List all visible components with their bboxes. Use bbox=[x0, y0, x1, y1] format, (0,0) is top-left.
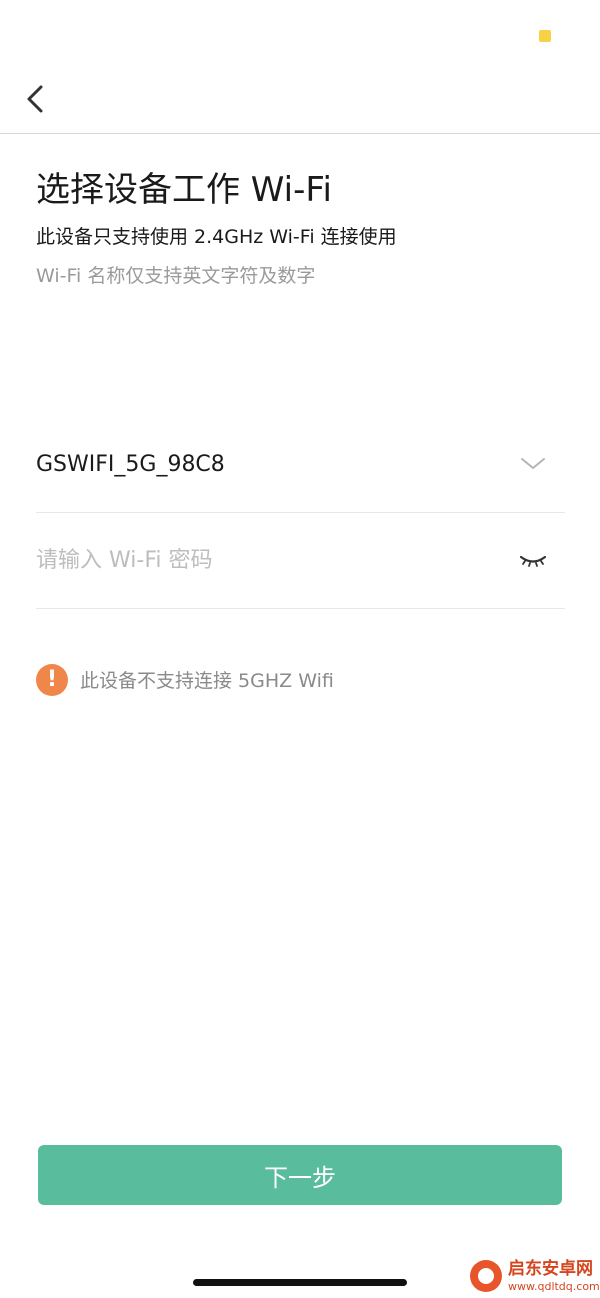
page-subtitle: 此设备只支持使用 2.4GHz Wi-Fi 连接使用 bbox=[36, 226, 397, 248]
status-indicator-dot bbox=[539, 30, 551, 42]
password-row bbox=[36, 513, 565, 609]
next-step-button[interactable]: 下一步 bbox=[38, 1145, 562, 1205]
page-title: 选择设备工作 Wi-Fi bbox=[36, 170, 332, 210]
chevron-down-icon bbox=[520, 456, 546, 476]
watermark-logo-icon bbox=[470, 1260, 502, 1292]
wifi-network-select[interactable]: GSWIFI_5G_98C8 bbox=[36, 418, 565, 513]
status-bar bbox=[0, 0, 600, 70]
password-input[interactable] bbox=[36, 541, 496, 579]
nav-bar bbox=[0, 70, 600, 134]
warning-icon: ! bbox=[36, 664, 68, 696]
eye-closed-icon[interactable] bbox=[518, 551, 548, 571]
warning-text: 此设备不支持连接 5GHZ Wifi bbox=[80, 670, 334, 692]
home-indicator bbox=[193, 1279, 407, 1286]
wifi-name-hint: Wi-Fi 名称仅支持英文字符及数字 bbox=[36, 265, 316, 287]
watermark-name: 启东安卓网 bbox=[508, 1259, 593, 1279]
wifi-network-value: GSWIFI_5G_98C8 bbox=[36, 452, 225, 477]
back-button[interactable] bbox=[14, 78, 58, 122]
chevron-left-icon bbox=[14, 78, 58, 122]
watermark-url: www.qdltdq.com bbox=[508, 1280, 600, 1293]
site-watermark: 启东安卓网 www.qdltdq.com bbox=[470, 1258, 600, 1296]
